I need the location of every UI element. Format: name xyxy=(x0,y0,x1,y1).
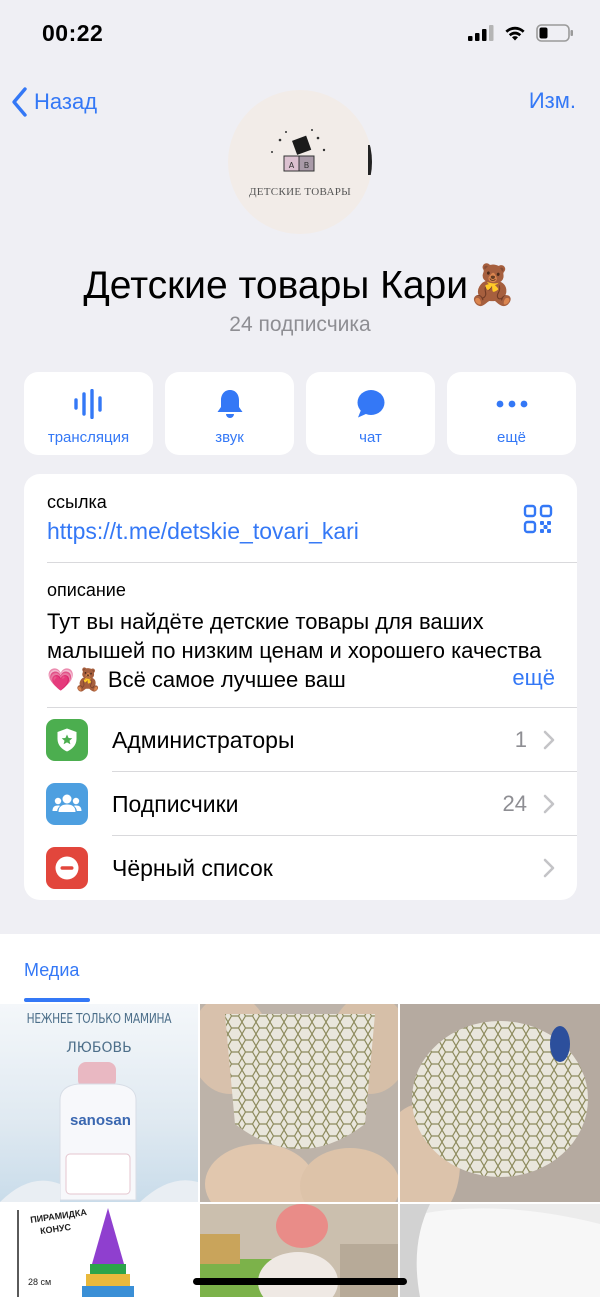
status-time: 00:22 xyxy=(42,20,104,46)
back-button[interactable]: Назад xyxy=(10,86,97,118)
cloth-diaper-photo xyxy=(400,1004,600,1202)
blocks-logo-icon: A B xyxy=(271,129,372,175)
administrators-row[interactable]: Администраторы 1 xyxy=(24,708,577,772)
blacklist-label: Чёрный список xyxy=(112,855,273,881)
status-icons xyxy=(468,24,574,42)
blocked-icon xyxy=(46,847,88,889)
chevron-right-icon xyxy=(543,794,555,814)
broadcast-button[interactable]: трансляция xyxy=(24,372,153,455)
chat-bubble-icon xyxy=(357,390,384,418)
broadcast-icon xyxy=(73,389,102,419)
tab-media[interactable]: Медиа xyxy=(24,960,79,981)
media-thumbnail[interactable]: ПИРАМИДКА КОНУС 28 см xyxy=(0,1204,198,1297)
channel-info-card: ссылка https://t.me/detskie_tovari_kari … xyxy=(24,474,577,900)
chat-button[interactable]: чат xyxy=(306,372,435,455)
media-thumbnail[interactable]: НЕЖНЕЕ ТОЛЬКО МАМИНА ЛЮБОВЬ sanosan xyxy=(0,1004,198,1202)
subscribers-label: Подписчики xyxy=(112,791,239,817)
administrators-count: 1 xyxy=(514,727,527,752)
media-thumbnail[interactable] xyxy=(400,1204,600,1297)
tab-underline xyxy=(24,998,90,1002)
chevron-right-icon xyxy=(543,730,555,750)
edit-button[interactable]: Изм. xyxy=(529,88,576,114)
sound-button[interactable]: звук xyxy=(165,372,294,455)
chevron-right-icon xyxy=(543,858,555,878)
subscriber-count: 24 подписчика xyxy=(229,313,371,336)
people-icon xyxy=(46,783,88,825)
chevron-left-icon xyxy=(12,87,27,117)
blacklist-row[interactable]: Чёрный список xyxy=(24,836,577,900)
pyramid-size: 28 см xyxy=(28,1277,52,1287)
lotion-bottle-image xyxy=(0,1062,198,1202)
action-buttons: трансляция звук чат ещё xyxy=(24,372,577,455)
battery-icon xyxy=(536,24,573,42)
media-thumbnail[interactable] xyxy=(200,1004,398,1202)
back-label: Назад xyxy=(34,89,98,114)
channel-avatar[interactable]: A B ДЕТСКИЕ ТОВАРЫ xyxy=(228,90,372,234)
link-label: ссылка xyxy=(47,492,107,512)
media-thumbnail[interactable] xyxy=(400,1004,600,1202)
subscribers-row[interactable]: Подписчики 24 xyxy=(24,772,577,836)
wifi-icon xyxy=(505,26,525,41)
description-label: описание xyxy=(47,580,126,600)
description-more-link[interactable]: ещё xyxy=(480,665,555,691)
more-dots-icon xyxy=(496,400,527,408)
cellular-signal-icon xyxy=(468,25,494,41)
fabric-photo xyxy=(400,1204,600,1297)
avatar-logo-text: ДЕТСКИЕ ТОВАРЫ xyxy=(248,186,352,198)
qr-code-icon[interactable] xyxy=(523,504,553,534)
svg-text:B: B xyxy=(304,161,310,170)
administrators-label: Администраторы xyxy=(112,727,295,753)
broadcast-label: трансляция xyxy=(47,429,130,446)
home-indicator[interactable] xyxy=(193,1278,407,1285)
subscribers-total: 24 xyxy=(502,791,527,816)
more-label: ещё xyxy=(496,429,527,446)
channel-title: Детские товары Кари🧸 xyxy=(83,264,517,307)
chat-label: чат xyxy=(359,429,382,446)
svg-text:A: A xyxy=(289,161,295,170)
sound-label: звук xyxy=(215,429,244,446)
brand-name: sanosan xyxy=(70,1112,131,1129)
cloth-diaper-photo xyxy=(200,1004,398,1202)
media-section: Медиа НЕЖНЕЕ ТОЛЬКО МАМИНА ЛЮБОВЬ sanosa… xyxy=(0,934,600,1297)
admin-shield-icon xyxy=(46,719,88,761)
channel-link[interactable]: https://t.me/detskie_tovari_kari xyxy=(47,518,359,545)
bell-icon xyxy=(217,390,242,418)
more-button[interactable]: ещё xyxy=(447,372,576,455)
